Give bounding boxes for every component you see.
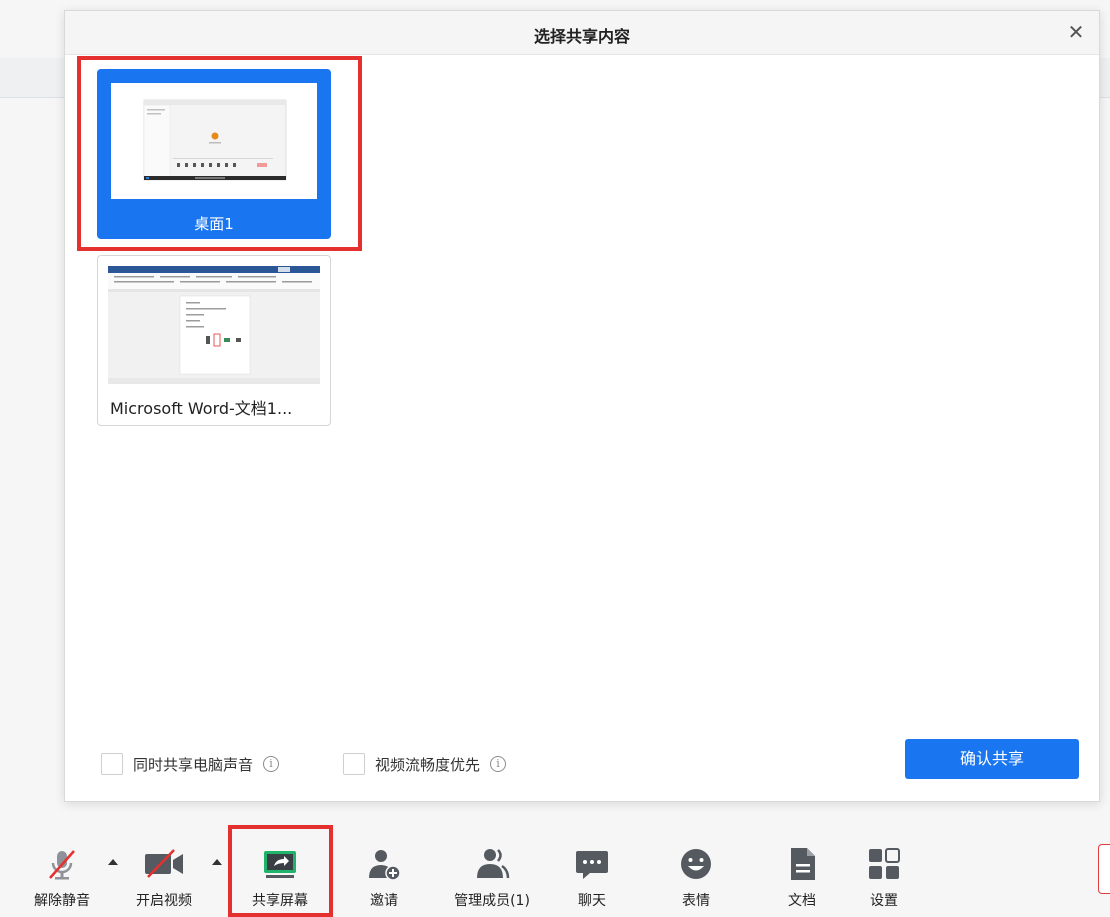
toolbar-label: 设置 (870, 893, 898, 909)
share-item-label: 桌面1 (194, 215, 234, 233)
toolbar-label: 聊天 (578, 893, 606, 909)
audio-options-caret-icon[interactable] (107, 856, 119, 868)
share-item-desktop-1[interactable]: 桌面1 (97, 69, 331, 239)
toolbar-label: 共享屏幕 (252, 893, 308, 909)
share-audio-label: 同时共享电脑声音 (133, 755, 254, 774)
settings-button[interactable]: 设置 (842, 846, 926, 909)
share-audio-option[interactable]: 同时共享电脑声音 i (101, 753, 280, 775)
document-button[interactable]: 文档 (760, 846, 844, 909)
share-audio-checkbox[interactable] (101, 753, 123, 775)
dialog-header: 选择共享内容 ✕ (65, 11, 1099, 55)
video-off-icon (145, 849, 183, 878)
document-icon (791, 848, 815, 880)
manage-members-button[interactable]: 管理成员(1) (446, 846, 538, 909)
video-options-caret-icon[interactable] (211, 856, 223, 868)
info-icon[interactable]: i (490, 756, 507, 772)
chat-icon (576, 851, 608, 879)
toolbar-label: 解除静音 (34, 893, 90, 909)
muted-microphone-icon (49, 850, 75, 880)
leave-button-edge[interactable] (1098, 844, 1110, 894)
video-smooth-option[interactable]: 视频流畅度优先 i (343, 753, 507, 775)
toolbar-label: 表情 (682, 893, 710, 909)
share-item-label: Microsoft Word-文档1... (110, 399, 293, 418)
toolbar-label: 邀请 (370, 893, 398, 909)
dialog-title: 选择共享内容 (533, 27, 630, 46)
share-screen-icon (264, 851, 296, 878)
members-icon (477, 849, 510, 879)
info-icon[interactable]: i (263, 756, 280, 772)
close-icon: ✕ (1067, 20, 1085, 44)
settings-grid-icon (869, 848, 900, 879)
emoji-button[interactable]: 表情 (654, 846, 738, 909)
toolbar-label: 开启视频 (136, 893, 192, 909)
unmute-button[interactable]: 解除静音 (20, 846, 104, 909)
invite-button[interactable]: 邀请 (342, 846, 426, 909)
video-smooth-label: 视频流畅度优先 (375, 755, 481, 774)
word-window-thumbnail (108, 266, 320, 384)
emoji-icon (681, 849, 711, 879)
confirm-share-button[interactable]: 确认共享 (905, 739, 1079, 779)
invite-user-icon (369, 850, 401, 881)
toolbar-label: 文档 (788, 893, 816, 909)
close-button[interactable]: ✕ (1063, 19, 1089, 45)
video-smooth-checkbox[interactable] (343, 753, 365, 775)
chat-button[interactable]: 聊天 (550, 846, 634, 909)
share-screen-button[interactable]: 共享屏幕 (238, 846, 322, 909)
desktop-thumbnail (111, 83, 317, 199)
share-content-dialog: 选择共享内容 ✕ 桌面1 Microsoft Word-文档1... 同时共享电… (64, 10, 1100, 802)
toolbar-label: 管理成员(1) (454, 893, 530, 909)
start-video-button[interactable]: 开启视频 (122, 846, 206, 909)
share-item-word-window[interactable]: Microsoft Word-文档1... (97, 255, 331, 426)
